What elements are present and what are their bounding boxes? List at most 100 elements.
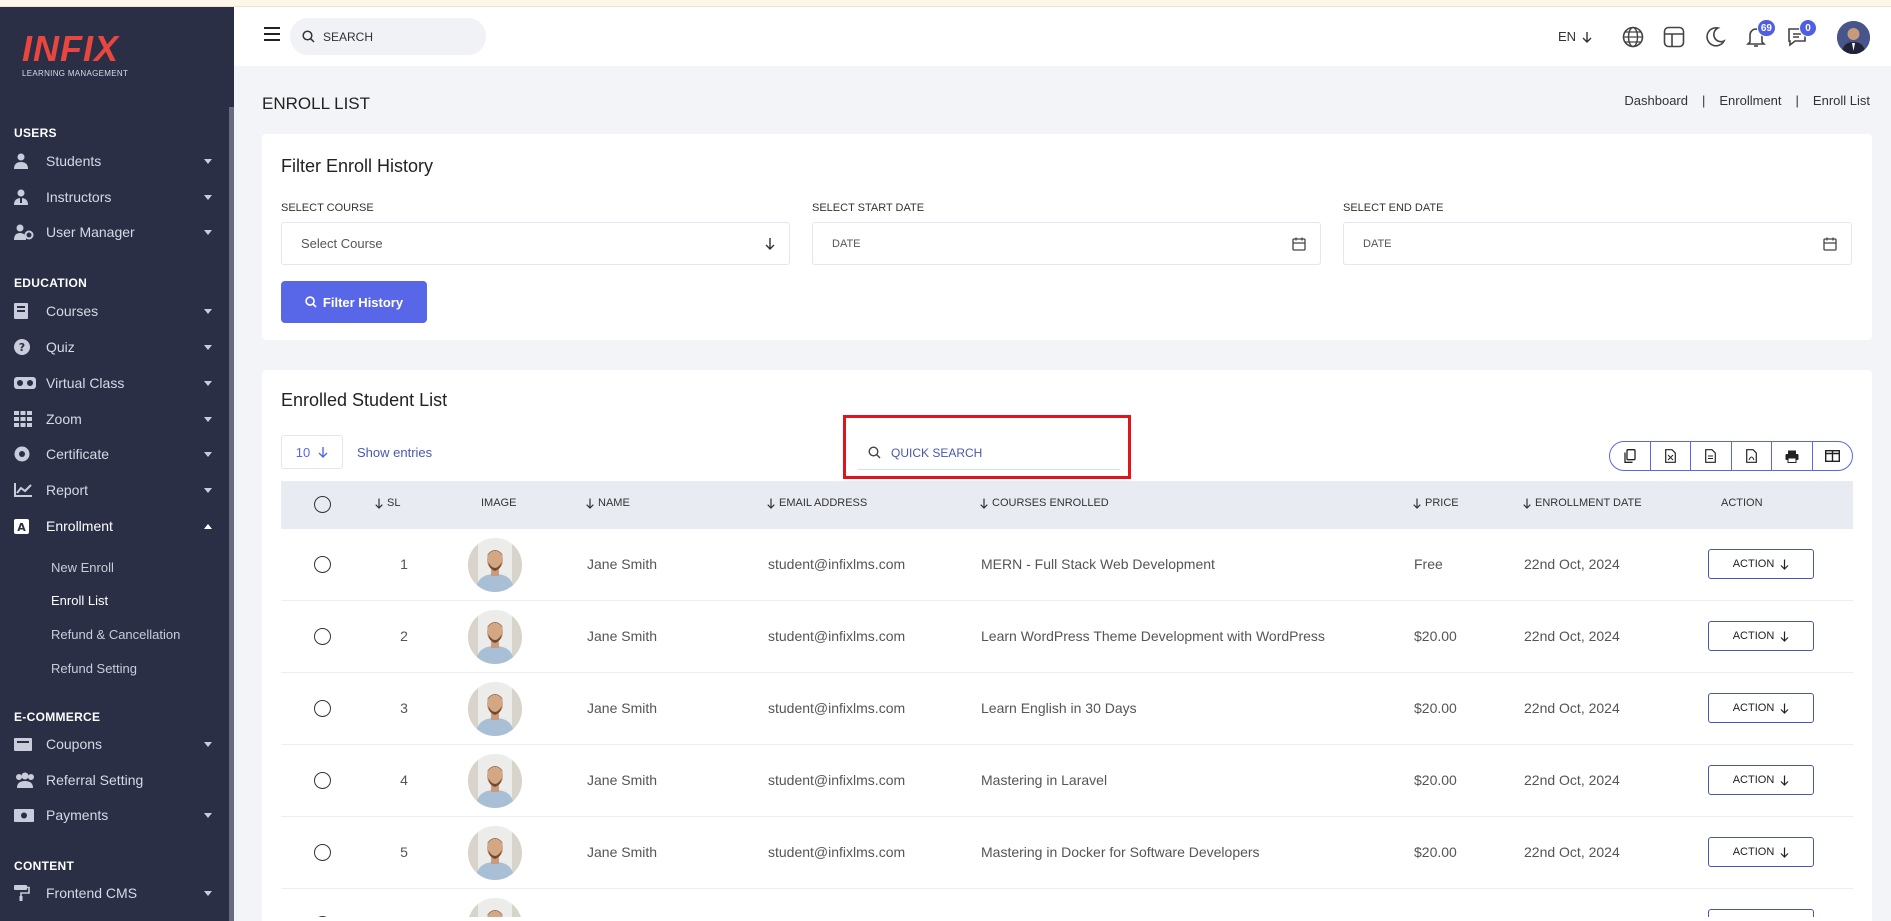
action-dropdown-button[interactable] — [1708, 909, 1814, 917]
row-select-radio[interactable] — [314, 772, 331, 789]
sidebar-item-courses[interactable]: Courses — [14, 298, 214, 324]
column-name[interactable]: NAME — [586, 497, 630, 509]
brand-logo[interactable]: INFIX LEARNING MANAGEMENT — [22, 29, 192, 89]
csv-button[interactable] — [1651, 442, 1691, 470]
action-dropdown-button[interactable]: ACTION — [1708, 765, 1814, 795]
show-entries-label: Show entries — [357, 445, 433, 460]
row-name: Jane Smith — [587, 700, 658, 716]
user-avatar[interactable] — [1837, 21, 1870, 54]
row-enrollment-date: 22nd Oct, 2024 — [1524, 556, 1620, 572]
sidebar-item-frontend-cms[interactable]: Frontend CMS — [14, 880, 214, 906]
select-all-radio[interactable] — [314, 496, 331, 513]
breadcrumb-dashboard[interactable]: Dashboard — [1624, 93, 1688, 108]
sort-icon — [586, 498, 594, 509]
action-dropdown-button[interactable]: ACTION — [1708, 837, 1814, 867]
action-dropdown-button[interactable]: ACTION — [1708, 549, 1814, 579]
sidebar-item-instructors[interactable]: Instructors — [14, 184, 214, 210]
menu-icon[interactable] — [264, 27, 280, 41]
sidebar-item-enrollment[interactable]: A Enrollment — [14, 513, 214, 539]
print-button[interactable] — [1772, 442, 1813, 470]
filter-history-button[interactable]: Filter History — [281, 281, 427, 323]
student-photo — [468, 682, 522, 736]
breadcrumb-enrollment[interactable]: Enrollment — [1719, 93, 1781, 108]
action-dropdown-button[interactable]: ACTION — [1708, 621, 1814, 651]
table-row — [281, 889, 1853, 917]
row-select-radio[interactable] — [314, 556, 331, 573]
breadcrumb: Dashboard | Enrollment | Enroll List — [1624, 93, 1870, 108]
action-dropdown-button[interactable]: ACTION — [1708, 693, 1814, 723]
row-select-radio[interactable] — [314, 844, 331, 861]
excel-button[interactable] — [1691, 442, 1732, 470]
arrow-down-icon — [318, 447, 328, 458]
header-search[interactable] — [290, 18, 486, 55]
arrow-down-icon — [1780, 847, 1789, 858]
breadcrumb-enroll-list[interactable]: Enroll List — [1813, 93, 1870, 108]
language-selector[interactable]: EN — [1558, 29, 1592, 44]
row-select-radio[interactable] — [314, 628, 331, 645]
chat-icon[interactable]: 0 — [1785, 19, 1817, 49]
row-name: Jane Smith — [587, 628, 658, 644]
caret-down-icon — [204, 416, 212, 422]
row-email: student@infixlms.com — [768, 628, 906, 644]
sidebar-item-zoom[interactable]: Zoom — [14, 406, 214, 432]
row-select-radio[interactable] — [314, 916, 331, 917]
sidebar-item-payments[interactable]: Payments — [14, 802, 214, 828]
copy-button[interactable] — [1610, 442, 1651, 470]
sidebar-item-user-manager[interactable]: User Manager — [14, 219, 214, 245]
row-name: Jane Smith — [587, 844, 658, 860]
sidebar-item-referral-setting[interactable]: Referral Setting — [14, 767, 214, 793]
row-email: student@infixlms.com — [768, 844, 906, 860]
sidebar-item-label: Report — [46, 482, 89, 498]
end-date-field[interactable]: DATE — [1343, 222, 1852, 265]
sidebar-item-certificate[interactable]: Certificate — [14, 441, 214, 467]
column-price[interactable]: PRICE — [1413, 497, 1459, 509]
action-label: ACTION — [1732, 702, 1775, 714]
export-buttons — [1609, 441, 1853, 471]
row-select-radio[interactable] — [314, 700, 331, 717]
moon-icon[interactable] — [1703, 25, 1727, 49]
column-sl[interactable]: SL — [375, 497, 400, 509]
bell-icon[interactable]: 69 — [1744, 19, 1776, 49]
course-label: SELECT COURSE — [281, 202, 374, 214]
columns-button[interactable] — [1813, 442, 1853, 470]
row-sl: 1 — [400, 556, 408, 572]
sidebar-subitem-refund-cancellation[interactable]: Refund & Cancellation — [51, 627, 180, 642]
sidebar-subitem-enroll-list[interactable]: Enroll List — [51, 593, 108, 608]
table-header: SL IMAGE NAME EMAIL ADDRESS COURSES ENRO… — [281, 481, 1853, 529]
header-search-input[interactable] — [323, 29, 463, 44]
sort-icon — [980, 498, 988, 509]
row-enrollment-date: 22nd Oct, 2024 — [1524, 844, 1620, 860]
sidebar-item-virtual-class[interactable]: Virtual Class — [14, 370, 214, 396]
payment-icon — [14, 807, 36, 823]
sidebar-item-quiz[interactable]: ? Quiz — [14, 334, 214, 360]
row-price: $20.00 — [1414, 844, 1457, 860]
column-enrollment-date[interactable]: ENROLLMENT DATE — [1523, 497, 1642, 509]
table-row: 3 Jane Smith student@infixlms.com Learn Eng… — [281, 673, 1853, 745]
sidebar-item-label: Coupons — [46, 736, 103, 752]
row-sl: 3 — [400, 700, 408, 716]
sidebar-item-coupons[interactable]: Coupons — [14, 731, 214, 757]
globe-icon[interactable] — [1621, 25, 1645, 49]
breadcrumb-separator: | — [1795, 93, 1799, 108]
sidebar-item-label: User Manager — [46, 224, 135, 240]
table-row: 1 Jane Smith student@infixlms.com MERN - Fu… — [281, 529, 1853, 601]
sort-icon — [1413, 498, 1421, 509]
pdf-button[interactable] — [1732, 442, 1772, 470]
entries-select[interactable]: 10 — [281, 435, 343, 469]
start-date-field[interactable]: DATE — [812, 222, 1321, 265]
sidebar-scrollbar[interactable] — [229, 107, 234, 921]
row-course: MERN - Full Stack Web Development — [981, 556, 1215, 572]
column-email[interactable]: EMAIL ADDRESS — [767, 497, 867, 509]
row-sl: 2 — [400, 628, 408, 644]
sidebar-subitem-new-enroll[interactable]: New Enroll — [51, 560, 114, 575]
column-courses[interactable]: COURSES ENROLLED — [980, 497, 1109, 509]
sidebar-subitem-refund-setting[interactable]: Refund Setting — [51, 661, 137, 676]
sidebar-item-report[interactable]: Report — [14, 477, 214, 503]
arrow-down-icon — [1780, 631, 1789, 642]
sidebar-item-students[interactable]: Students — [14, 148, 214, 174]
sort-icon — [1523, 498, 1531, 509]
layout-icon[interactable] — [1662, 25, 1686, 49]
sidebar-item-label: Virtual Class — [46, 375, 125, 391]
sidebar-item-label: Certificate — [46, 446, 110, 462]
course-select[interactable]: Select Course — [281, 222, 790, 265]
